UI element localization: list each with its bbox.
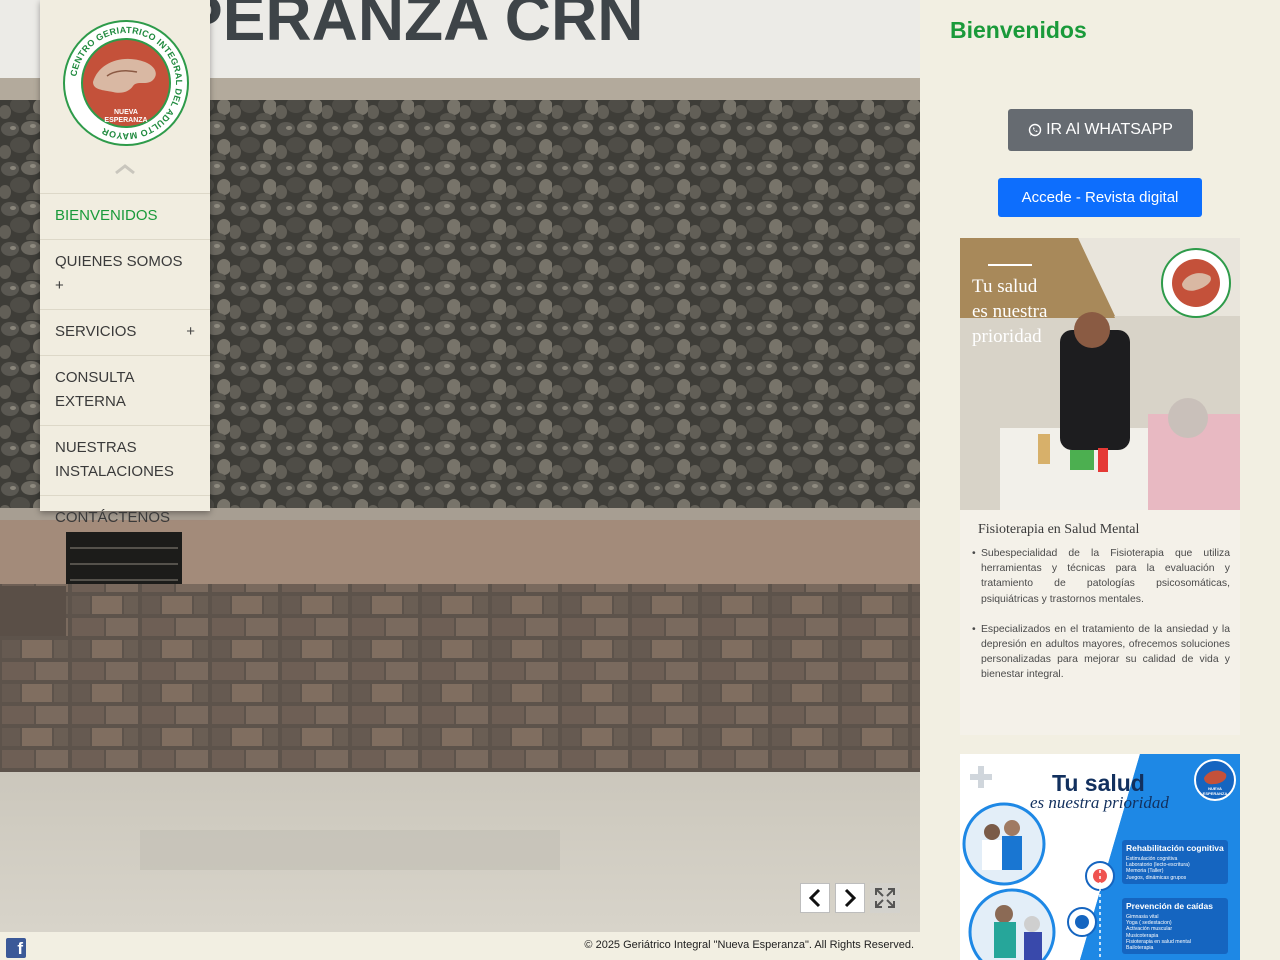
slider-next-button[interactable] [835,883,865,913]
chevron-up-icon [115,164,135,175]
poster2-logo-line2: ESPERANZA [1203,791,1228,796]
page-title: Bienvenidos [950,17,1087,43]
whatsapp-button[interactable]: IR Al WHATSAPP [1008,109,1193,151]
poster-headline-line1: Tu salud [972,276,1038,297]
slider-fullscreen-button[interactable] [870,883,900,913]
page: PERANZA CRN CENTRO GERIATRICO INTEGRAL D… [0,0,1280,960]
sidebar: CENTRO GERIATRICO INTEGRAL DEL ADULTO MA… [40,0,210,526]
footer: f © 2025 Geriátrico Integral "Nueva Espe… [0,932,920,960]
poster-bullet: Especializados en el tratamiento de la a… [972,622,1230,683]
copyright-text: © 2025 Geriátrico Integral "Nueva Espera… [584,939,914,951]
facebook-icon[interactable]: f [6,938,26,958]
nav-item-label: QUIENES SOMOS + [55,253,183,294]
poster-section-title: Fisioterapia en Salud Mental [978,522,1140,537]
whatsapp-button-label: IR Al WHATSAPP [1046,121,1173,138]
brand-logo[interactable]: CENTRO GERIATRICO INTEGRAL DEL ADULTO MA… [63,20,189,146]
logo-text-line2: ESPERANZA [104,117,147,124]
nav-item-servicios[interactable]: SERVICIOS + [40,309,210,355]
nav-item-label: SERVICIOS [55,323,137,340]
nav-item-label: BIENVENIDOS [55,207,158,224]
fullscreen-icon [875,888,895,908]
poster-headline-line2: es nuestra [972,301,1048,322]
expand-plus-icon[interactable]: + [186,320,195,344]
nav-item-consulta-externa[interactable]: CONSULTA EXTERNA [40,355,210,425]
poster2-card-item: Bailoterapia [1126,945,1154,952]
poster2-card-item: Juegos, dinámicas grupos [1126,874,1187,881]
nav-item-label: CONTÁCTENOS [55,509,171,526]
whatsapp-icon [1028,123,1042,137]
chevron-left-icon [808,888,821,908]
poster2-card-prevencion: Prevención de caídas Gimnasia vital Yoga… [1122,898,1228,955]
nav-item-bienvenidos[interactable]: BIENVENIDOS [40,193,210,239]
nav-item-label: CONSULTA EXTERNA [55,369,134,410]
poster2-card-title: Rehabilitación cognitiva [1126,843,1224,853]
revista-digital-button[interactable]: Accede - Revista digital [998,178,1202,217]
poster-bullet-list: Subespecialidad de la Fisioterapia que u… [972,546,1230,698]
nav-item-label: NUESTRAS INSTALACIONES [55,439,174,480]
logo-text-line1: NUEVA [114,109,138,116]
main-nav: BIENVENIDOS QUIENES SOMOS + SERVICIOS + C… [40,193,210,541]
nav-item-contactenos[interactable]: CONTÁCTENOS [40,495,210,541]
poster2-card-title: Prevención de caídas [1126,901,1213,911]
poster-headline-line3: prioridad [972,326,1042,347]
poster2-subheadline: es nuestra prioridad [1030,793,1169,812]
sidebar-collapse-button[interactable] [113,160,137,178]
poster-bullet: Subespecialidad de la Fisioterapia que u… [972,546,1230,607]
slider-prev-button[interactable] [800,883,830,913]
poster2-card-rehabilitacion: Rehabilitación cognitiva Estimulación co… [1122,840,1228,884]
poster-headline: Tu salud es nuestra prioridad [972,274,1102,349]
poster-servicios[interactable]: NUEVA ESPERANZA Tu salud es nuestra prio… [960,754,1240,960]
hero-sign-text: PERANZA CRN [180,0,643,54]
nav-item-nuestras-instalaciones[interactable]: NUESTRAS INSTALACIONES [40,425,210,495]
content-panel: Bienvenidos IR Al WHATSAPP Accede - Revi… [920,0,1280,960]
nav-item-quienes-somos[interactable]: QUIENES SOMOS + [40,239,210,309]
poster-fisioterapia[interactable]: Tu salud es nuestra prioridad Fisioterap… [960,238,1240,735]
chevron-right-icon [844,888,857,908]
